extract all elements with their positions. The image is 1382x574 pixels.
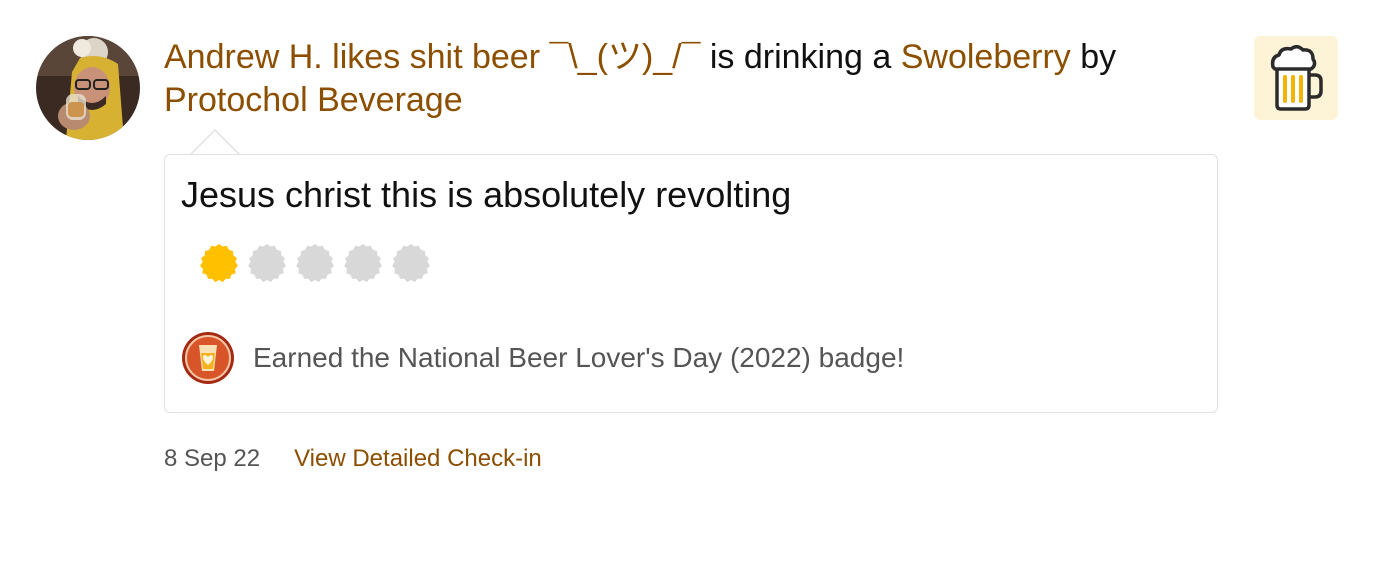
by-text: by bbox=[1070, 38, 1117, 76]
bottle-cap-icon bbox=[392, 244, 430, 283]
drinking-text: is drinking a bbox=[700, 38, 901, 76]
checkin-item: Andrew H. likes shit beer ¯\_(ツ)_/¯ is d… bbox=[0, 0, 1382, 574]
card-notch bbox=[189, 129, 241, 156]
earned-badge-row[interactable]: Earned the National Beer Lover's Day (20… bbox=[181, 331, 904, 385]
bottle-cap-icon bbox=[248, 244, 286, 283]
view-detailed-checkin-link[interactable]: View Detailed Check-in bbox=[294, 444, 542, 474]
bottle-cap-icon bbox=[344, 244, 382, 283]
checkin-card: Jesus christ this is absolutely revoltin… bbox=[164, 154, 1218, 413]
badge-text: Earned the National Beer Lover's Day (20… bbox=[253, 342, 905, 373]
user-name-link[interactable]: Andrew H. likes shit beer ¯\_(ツ)_/¯ bbox=[164, 38, 700, 76]
checkin-comment: Jesus christ this is absolutely revoltin… bbox=[181, 174, 792, 215]
beer-name-link[interactable]: Swoleberry bbox=[901, 38, 1071, 76]
beer-icon-badge[interactable] bbox=[1254, 36, 1338, 120]
beer-mug-icon bbox=[1270, 45, 1323, 111]
national-beer-lovers-day-badge-icon bbox=[182, 332, 234, 384]
rating bbox=[197, 241, 433, 285]
avatar[interactable] bbox=[36, 36, 140, 140]
checkin-headline: Andrew H. likes shit beer ¯\_(ツ)_/¯ is d… bbox=[164, 36, 1224, 122]
bottle-cap-icon bbox=[200, 244, 238, 283]
bottle-cap-icon bbox=[296, 244, 334, 283]
checkin-footer: 8 Sep 22 View Detailed Check-in bbox=[164, 444, 542, 474]
checkin-date[interactable]: 8 Sep 22 bbox=[164, 444, 260, 474]
brewery-name-link[interactable]: Protochol Beverage bbox=[164, 81, 463, 119]
